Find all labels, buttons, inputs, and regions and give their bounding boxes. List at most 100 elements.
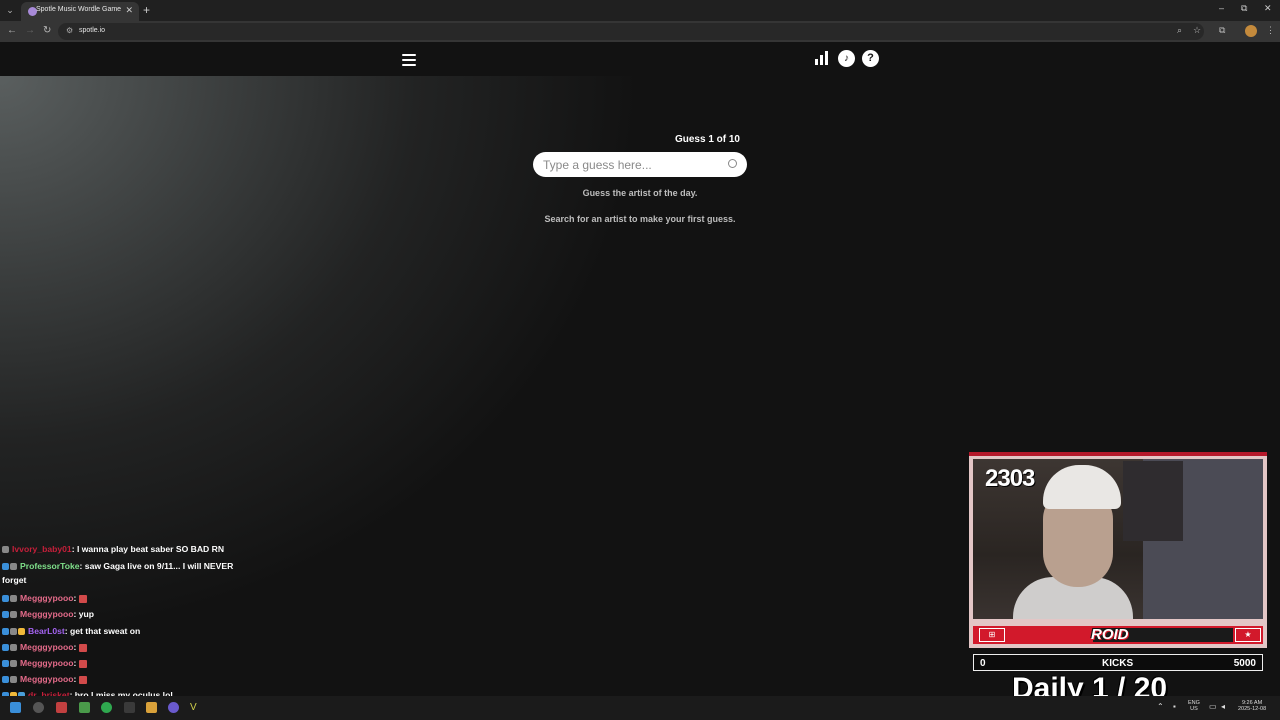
- clock[interactable]: 9:26 AM 2025-12-08: [1238, 700, 1266, 712]
- app-icon[interactable]: [79, 702, 90, 713]
- chat-emote-icon: [78, 675, 87, 684]
- overlay-banner: ⊞ ROID ★: [973, 626, 1263, 644]
- kicks-max: 5000: [1233, 658, 1256, 669]
- tray-app-icon[interactable]: ▪: [1173, 702, 1176, 711]
- minimize-icon[interactable]: –: [1219, 3, 1224, 13]
- chat-badge-icon: [2, 546, 9, 554]
- chat-badge-icon: [10, 563, 17, 571]
- back-icon[interactable]: ←: [7, 25, 17, 36]
- browser-tabstrip: ⌄ Spotle Music Wordle Game ✕ + – ⧉ ✕: [0, 0, 1280, 21]
- chat-username: BearL0st: [28, 626, 65, 636]
- chat-badge-icon: [18, 628, 25, 636]
- chat-message: ProfessorToke: saw Gaga live on 9/11... …: [2, 559, 240, 587]
- monitor-icon[interactable]: ▭: [1209, 702, 1217, 711]
- kicks-label: KICKS: [1102, 658, 1134, 669]
- chat-badge-icon: [2, 660, 9, 668]
- tab-title: Spotle Music Wordle Game: [36, 6, 122, 13]
- chat-badge-icon: [2, 563, 9, 571]
- chat-username: Megggypooo: [20, 658, 74, 668]
- tray-chevron-icon[interactable]: ⌃: [1157, 702, 1164, 711]
- chat-message: Ivvory_baby01: I wanna play beat saber S…: [2, 542, 240, 556]
- chat-badge-icon: [10, 660, 17, 668]
- hamburger-menu-icon[interactable]: [402, 54, 416, 66]
- chat-badge-icon: [2, 595, 9, 603]
- clock-date: 2025-12-08: [1238, 706, 1267, 712]
- restore-icon[interactable]: ⧉: [1241, 3, 1247, 14]
- gift-icon: ⊞: [979, 628, 1005, 642]
- hint-secondary: Search for an artist to make your first …: [544, 214, 736, 224]
- profile-avatar[interactable]: [1245, 25, 1257, 37]
- new-tab-icon[interactable]: +: [143, 3, 150, 17]
- app-icon[interactable]: V: [190, 702, 201, 713]
- chat-message: Megggypooo:: [2, 591, 240, 605]
- volume-icon[interactable]: ◂: [1221, 702, 1225, 711]
- sound-icon[interactable]: ♪: [838, 50, 855, 67]
- search-spinner-icon: [728, 159, 737, 168]
- chat-username: Megggypooo: [20, 642, 74, 652]
- spotify-icon[interactable]: [101, 702, 112, 713]
- folder-icon[interactable]: [146, 702, 157, 713]
- chat-text: :: [73, 674, 77, 684]
- chat-message: BearL0st: get that sweat on: [2, 624, 240, 638]
- kicks-goal-bar: 0 KICKS 5000: [973, 654, 1263, 671]
- chat-username: Megggypooo: [20, 674, 74, 684]
- reload-icon[interactable]: ↻: [43, 25, 51, 36]
- tab-search-icon[interactable]: ⌄: [4, 4, 16, 16]
- chat-text: : I wanna play beat saber SO BAD RN: [71, 544, 225, 554]
- zoom-icon[interactable]: ⌕: [1177, 25, 1182, 36]
- guess-counter: Guess 1 of 10: [674, 134, 740, 145]
- app-icon[interactable]: [124, 702, 135, 713]
- webcam-jersey: [1123, 461, 1183, 541]
- start-icon[interactable]: [10, 702, 21, 713]
- chat-username: ProfessorToke: [20, 561, 80, 571]
- chat-badge-icon: [10, 644, 17, 652]
- chat-emote-icon: [78, 659, 87, 668]
- chat-badge-icon: [10, 611, 17, 619]
- chat-emote-icon: [78, 594, 87, 603]
- site-info-icon[interactable]: ⚙: [66, 26, 73, 35]
- webcam-overlay: 2303 ⊞ ROID ★: [969, 452, 1267, 648]
- streamer-logo: ROID: [1091, 626, 1129, 643]
- chat-message: Megggypooo:: [2, 672, 240, 686]
- tab-close-icon[interactable]: ✕: [125, 5, 133, 16]
- address-bar[interactable]: ⚙ spotle.io: [58, 23, 1204, 40]
- search-icon[interactable]: [33, 702, 44, 713]
- bookmark-star-icon[interactable]: ☆: [1193, 25, 1201, 36]
- discord-icon[interactable]: [168, 702, 179, 713]
- lang-bottom: US: [1190, 706, 1198, 712]
- chat-message: Megggypooo: yup: [2, 607, 240, 621]
- chat-username: Megggypooo: [20, 609, 74, 619]
- chat-badge-icon: [2, 611, 9, 619]
- chat-emote-icon: [78, 643, 87, 652]
- chat-badge-icon: [2, 628, 9, 636]
- close-window-icon[interactable]: ✕: [1264, 3, 1272, 14]
- browser-tab[interactable]: Spotle Music Wordle Game ✕: [21, 2, 139, 21]
- webcam-cap: [1043, 465, 1121, 509]
- follower-counter: 2303: [985, 465, 1035, 492]
- language-indicator[interactable]: ENG US: [1188, 700, 1200, 712]
- chat-badge-icon: [10, 628, 17, 636]
- guess-input[interactable]: [533, 152, 747, 177]
- taskbar: V ⌃ ▪ ENG US ▭ ◂ 9:26 AM 2025-12-08: [0, 696, 1280, 720]
- chat-message: Megggypooo:: [2, 656, 240, 670]
- browser-menu-icon[interactable]: ⋮: [1266, 25, 1275, 36]
- chat-text: :: [73, 642, 77, 652]
- chat-message: Megggypooo:: [2, 640, 240, 654]
- extensions-icon[interactable]: ⧉: [1219, 25, 1225, 36]
- chat-text: :: [73, 658, 77, 668]
- webcam-video: 2303: [973, 459, 1263, 619]
- app-icon[interactable]: [56, 702, 67, 713]
- chat-badge-icon: [10, 676, 17, 684]
- chat-badge-icon: [10, 595, 17, 603]
- stats-icon[interactable]: [815, 51, 829, 65]
- chat-username: Ivvory_baby01: [12, 544, 72, 554]
- help-icon[interactable]: ?: [862, 50, 879, 67]
- chat-text: : get that sweat on: [64, 626, 141, 636]
- forward-icon[interactable]: →: [25, 25, 35, 36]
- url-text[interactable]: spotle.io: [79, 27, 105, 34]
- hint-primary: Guess the artist of the day.: [582, 188, 698, 198]
- chat-text: :: [73, 593, 77, 603]
- chat-text: : yup: [73, 609, 94, 619]
- star-icon: ★: [1235, 628, 1261, 642]
- chat-username: Megggypooo: [20, 593, 74, 603]
